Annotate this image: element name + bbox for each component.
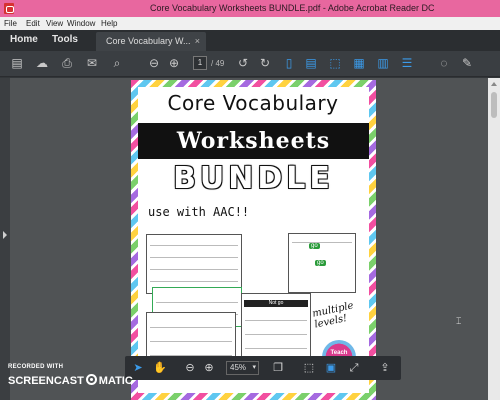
watermark-record-icon (85, 374, 97, 385)
scrolling-icon[interactable]: ▤ (304, 56, 318, 70)
pdf-page: Core Vocabulary Worksheets BUNDLE use wi… (131, 80, 376, 400)
menu-bar: File Edit View Window Help (0, 17, 500, 30)
comment-icon[interactable]: ◌ (437, 56, 451, 70)
next-page-icon[interactable]: ⊕ (167, 56, 181, 70)
title-bar: Core Vocabulary Worksheets BUNDLE.pdf - … (0, 0, 500, 17)
menu-help[interactable]: Help (101, 19, 117, 28)
menu-window[interactable]: Window (67, 19, 95, 28)
tab-document-label: Core Vocabulary W... (106, 36, 191, 46)
fullscreen-icon[interactable]: ⤢ (347, 361, 361, 375)
prev-page-icon[interactable]: ⊖ (147, 56, 161, 70)
select-arrow-icon[interactable]: ➤ (131, 361, 145, 375)
close-tab-icon[interactable]: × (195, 36, 200, 46)
scroll-thumb[interactable] (491, 92, 497, 118)
text-cursor-icon: ⌶ (456, 316, 462, 326)
vertical-scrollbar[interactable] (488, 78, 500, 400)
expand-arrow-icon (3, 231, 7, 239)
export-icon[interactable]: ⇪ (378, 361, 392, 375)
go-not-go-header: Not go (244, 300, 308, 307)
window-title: Core Vocabulary Worksheets BUNDLE.pdf - … (150, 3, 435, 13)
go-word-3: go (315, 260, 326, 266)
select-icon[interactable]: ⬚ (328, 56, 342, 70)
watermark-recorded-with: RECORDED WITH (8, 364, 64, 370)
menu-view[interactable]: View (46, 19, 63, 28)
page-bundle-text: BUNDLE (173, 161, 334, 196)
menu-file[interactable]: File (4, 19, 17, 28)
rotate-left-icon[interactable]: ↺ (236, 56, 250, 70)
page-total: / 49 (211, 59, 225, 68)
cut-icon[interactable]: ▦ (352, 56, 366, 70)
main-toolbar: ▤ ☁ ⎙ ✉ ⌕ ⊖ ⊕ 1 / 49 ↺ ↻ ▯ ▤ ⬚ ▦ ▥ ☰ ◌ ✎ (0, 51, 500, 77)
page-heading: Core Vocabulary (167, 91, 339, 115)
save-icon[interactable]: ▤ (10, 56, 24, 70)
highlight-icon[interactable]: ▥ (376, 56, 390, 70)
search-icon[interactable]: ⌕ (110, 56, 124, 70)
watermark-brand: SCREENCAST MATIC (8, 374, 133, 387)
page-layout-icon[interactable]: ▯ (282, 56, 296, 70)
acrobat-window: Core Vocabulary Worksheets BUNDLE.pdf - … (0, 0, 500, 400)
go-word-1: go (309, 243, 320, 249)
rotate-right-icon[interactable]: ↻ (258, 56, 272, 70)
page-number-input[interactable]: 1 (193, 56, 207, 70)
watermark-brand-left: SCREENCAST (8, 375, 84, 387)
page-aac-text: use with AAC!! (148, 205, 250, 219)
fit-width-icon[interactable]: ▣ (324, 361, 338, 375)
print-icon[interactable]: ⎙ (60, 56, 74, 70)
fit-page-icon[interactable]: ⬚ (302, 361, 316, 375)
screencast-watermark: RECORDED WITH SCREENCAST MATIC (8, 364, 133, 387)
scroll-up-icon[interactable] (491, 82, 497, 86)
tab-bar: Home Tools Core Vocabulary W... × (0, 30, 500, 51)
copy-icon[interactable]: ❐ (271, 361, 285, 375)
worksheet-thumbnail-4: go go (288, 233, 356, 293)
acrobat-logo-icon (4, 3, 14, 14)
sign-icon[interactable]: ✎ (460, 56, 474, 70)
tab-document[interactable]: Core Vocabulary W... × (96, 32, 206, 51)
email-icon[interactable]: ✉ (85, 56, 99, 70)
multiple-levels-text: multiple levels! (311, 300, 355, 331)
upload-icon[interactable]: ☁ (35, 56, 49, 70)
hand-icon[interactable]: ✋ (153, 361, 167, 375)
floating-toolbar: ➤ ✋ ⊖ ⊕ 45% ❐ ⬚ ▣ ⤢ ⇪ (125, 356, 401, 380)
tab-tools[interactable]: Tools (52, 34, 78, 45)
zoom-in-icon[interactable]: ⊕ (202, 361, 216, 375)
left-pane-toggle[interactable] (0, 78, 10, 400)
menu-edit[interactable]: Edit (26, 19, 40, 28)
worksheet-thumbnail-1 (146, 234, 242, 294)
menu-lines-icon[interactable]: ☰ (400, 56, 414, 70)
watermark-brand-right: MATIC (98, 375, 133, 387)
tab-home[interactable]: Home (10, 34, 38, 45)
zoom-select[interactable]: 45% (226, 361, 259, 375)
zoom-out-icon[interactable]: ⊖ (183, 361, 197, 375)
page-band: Worksheets (138, 123, 369, 159)
